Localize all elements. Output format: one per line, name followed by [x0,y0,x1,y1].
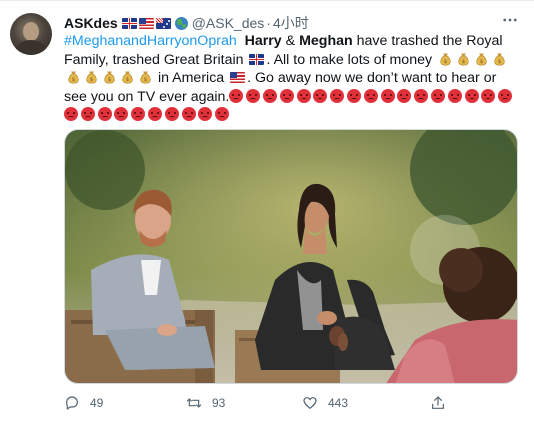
interview-photo [65,130,517,383]
timestamp[interactable]: 4小时 [273,13,309,33]
angry-face-icon [481,88,496,103]
hashtag-link[interactable]: #MeghanandHarryonOprah [64,33,237,49]
svg-text:$: $ [71,77,75,83]
angry-face-icon [330,88,345,103]
angry-face-icon [380,88,395,103]
angry-face-icon [296,88,311,103]
reply-button[interactable]: 49 [64,393,103,413]
angry-face-icon [97,107,112,121]
retweet-icon [186,398,202,408]
money-bag-group-2: $ $ $ $ [82,70,154,86]
tweet-text: #MeghanandHarryonOprah Harry & Meghan ha… [64,32,520,125]
angry-face-icon [181,107,196,121]
money-bag-icon: $ [457,52,470,66]
uk-flag-icon [121,17,137,29]
money-bag-icon: $ [85,70,98,84]
svg-text:$: $ [143,77,147,83]
retweet-count: 93 [212,396,226,410]
avatar-face [23,22,39,41]
angry-face-icon [498,88,513,103]
angry-face-icon [464,88,479,103]
money-bag-icon: $ [121,70,134,84]
retweet-button[interactable]: 93 [186,393,225,413]
money-bag-icon: $ [139,70,152,84]
share-button[interactable] [430,393,446,413]
money-bag-icon: $ [475,52,488,66]
more-dots-icon[interactable] [498,10,522,30]
svg-text:$: $ [443,58,447,64]
angry-face-icon [397,88,412,103]
display-name[interactable]: ASKdes [64,15,118,31]
us-flag-icon [230,72,246,83]
angry-face-icon [430,88,445,103]
share-icon [432,396,444,409]
svg-text:$: $ [107,77,111,83]
text-amp: & [281,33,300,49]
angry-face-icon [246,88,261,103]
money-bag-icon: $ [439,52,452,66]
angry-face-icon [64,107,78,121]
globe-icon [174,16,188,30]
angry-face-icon [363,88,378,103]
money-bag-icon: $ [103,70,116,84]
angry-face-icon [447,88,462,103]
text-part-3: in America [154,70,225,86]
mention-harry: Harry [244,33,282,49]
money-bag-icon: $ [67,70,80,84]
angry-face-icon [198,107,213,121]
angry-face-icon [147,107,162,121]
reply-count: 49 [90,396,104,410]
au-flag-icon [155,17,171,29]
avatar[interactable] [10,13,52,55]
money-bag-icon: $ [493,52,506,66]
svg-text:$: $ [479,58,483,64]
like-button[interactable]: 443 [302,393,348,413]
angry-face-icon [346,88,361,103]
tweet-photo[interactable] [64,129,518,384]
svg-text:$: $ [89,77,93,83]
angry-face-icon [131,107,146,121]
svg-text:$: $ [125,77,129,83]
tweet-header: ASKdes @ASK_des · 4小时 [64,14,309,32]
angry-face-icon [313,88,328,103]
angry-face-icon [164,107,179,121]
svg-text:$: $ [461,58,465,64]
us-flag-icon [138,17,154,29]
tweet-actions: 49 93 443 [64,393,464,413]
angry-face-icon [215,107,230,121]
angry-face-icon [414,88,429,103]
user-handle[interactable]: @ASK_des [192,15,265,31]
avatar-body [16,40,46,55]
name-flags [121,16,188,30]
tweet-card[interactable]: ASKdes @ASK_des · 4小时 #MeghanandHarryonO… [0,0,534,421]
svg-text:$: $ [497,58,501,64]
uk-flag-icon [249,53,265,65]
like-count: 443 [328,396,349,410]
text-part-2: . All to make lots of money [266,51,433,68]
separator-dot: · [266,15,271,31]
angry-face-icon [279,88,294,103]
reply-icon [66,396,78,410]
angry-face-icon [262,88,277,103]
angry-face-icon [80,107,95,121]
angry-face-icon [114,107,129,121]
mention-meghan: Meghan [299,33,353,49]
angry-face-icon [229,88,244,103]
heart-icon [303,397,317,409]
